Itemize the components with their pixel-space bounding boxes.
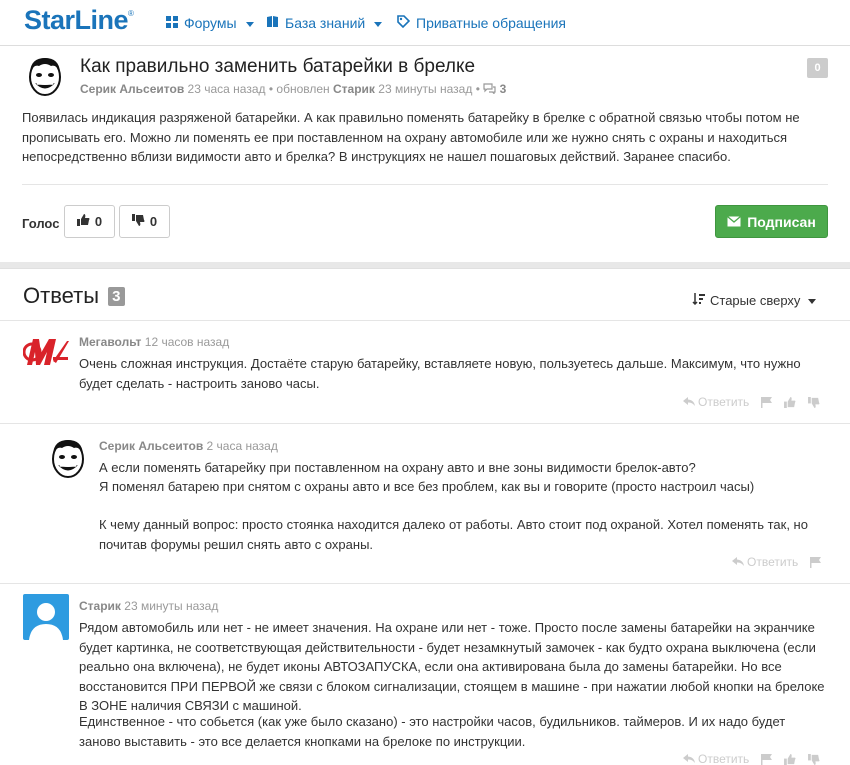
comment-time: 2 часа назад: [206, 439, 278, 453]
thumbs-up-icon: [76, 214, 90, 229]
chevron-down-icon: [374, 21, 383, 27]
reply-icon: [683, 397, 695, 406]
upvote-count: 0: [94, 214, 103, 229]
chevron-down-icon: [245, 21, 254, 27]
comment-actions: Ответить: [732, 555, 822, 569]
flag-button[interactable]: [761, 753, 773, 765]
comment-time: 23 минуты назад: [124, 599, 219, 613]
question-panel: Как правильно заменить батарейки в брелк…: [0, 46, 850, 262]
reply-label: Ответить: [698, 395, 750, 409]
comment-text-line2: Я поменял батарею при снятом с охраны ав…: [99, 479, 755, 494]
thumbs-up-icon: [784, 396, 796, 408]
nav-knowledge-base-label: База знаний: [285, 15, 366, 31]
thumbs-down-icon: [808, 396, 820, 408]
flag-button[interactable]: [810, 556, 822, 568]
comment-text-line1: А если поменять батарейку при поставленн…: [99, 460, 696, 475]
dislike-button[interactable]: [808, 753, 820, 765]
comment-author[interactable]: Серик Альсеитов: [99, 439, 203, 453]
comment-header: Серик Альсеитов 2 часа назад: [99, 439, 278, 453]
nav-knowledge-base[interactable]: База знаний: [266, 15, 383, 31]
reply-icon: [732, 557, 744, 566]
question-body: Появилась индикация разряженой батарейки…: [22, 110, 800, 164]
tag-icon: [397, 15, 411, 31]
comment-actions: Ответить: [683, 752, 820, 765]
like-button[interactable]: [784, 753, 796, 765]
sort-icon: [692, 293, 705, 308]
dislike-button[interactable]: [808, 396, 820, 408]
user-silhouette-icon: [29, 603, 63, 640]
sort-dropdown[interactable]: Старые сверху: [692, 293, 817, 308]
reply-label: Ответить: [698, 752, 750, 765]
updated-time: 23 минуты назад: [378, 82, 473, 96]
answers-heading: Ответы 3: [23, 283, 125, 309]
subscribe-label: Подписан: [747, 213, 816, 230]
divider: [0, 320, 850, 321]
comment-text-para2: Единственное - что собьется (как уже был…: [79, 714, 786, 749]
comment-text-line3: К чему данный вопрос: просто стоянка нах…: [99, 517, 808, 552]
reply-icon: [683, 754, 695, 763]
comment-actions: Ответить: [683, 395, 820, 409]
megavolt-logo-avatar[interactable]: [22, 335, 69, 369]
chevron-down-icon: [808, 299, 817, 304]
reply-button[interactable]: Ответить: [683, 395, 749, 409]
top-navbar: StarLine® Форумы База знаний Приватные о…: [0, 0, 850, 46]
flag-icon: [810, 556, 822, 568]
starline-logo[interactable]: StarLine®: [24, 5, 134, 36]
divider: [22, 184, 828, 185]
updated-by[interactable]: Старик: [333, 82, 375, 96]
comment-author[interactable]: Старик: [79, 599, 121, 613]
answers-title: Ответы: [23, 283, 100, 308]
reply-button[interactable]: Ответить: [732, 555, 798, 569]
comment-header: Мегавольт 12 часов назад: [79, 335, 229, 349]
answers-count-badge: 3: [108, 287, 125, 306]
thumbs-down-icon: [808, 753, 820, 765]
nav-private-requests-label: Приватные обращения: [416, 15, 566, 31]
question-score-badge: 0: [807, 58, 828, 78]
divider: [0, 583, 850, 584]
sort-label: Старые сверху: [710, 293, 801, 308]
question-author[interactable]: Серик Альсеитов: [80, 82, 184, 96]
envelope-icon: [727, 214, 742, 230]
thumbs-up-icon: [784, 753, 796, 765]
question-time: 23 часа назад: [187, 82, 266, 96]
logo-registered-mark: ®: [128, 9, 134, 18]
logo-text: StarLine: [24, 5, 129, 35]
book-icon: [266, 15, 279, 31]
reply-label: Ответить: [747, 555, 799, 569]
question-title: Как правильно заменить батарейки в брелк…: [80, 56, 476, 77]
updated-prefix: • обновлен: [268, 82, 330, 96]
comments-count: 3: [499, 82, 507, 96]
comment-text: Очень сложная инструкция. Достаёте стару…: [79, 356, 801, 391]
nav-forums-label: Форумы: [184, 15, 237, 31]
nav-private-requests[interactable]: Приватные обращения: [397, 15, 566, 31]
answers-panel: Ответы 3 Старые сверху Мегавольт 12 часо…: [0, 268, 850, 765]
flag-button[interactable]: [761, 396, 773, 408]
comment-header: Старик 23 минуты назад: [79, 599, 218, 613]
reply-button[interactable]: Ответить: [683, 752, 749, 765]
author-avatar[interactable]: [46, 436, 90, 480]
like-button[interactable]: [784, 396, 796, 408]
grid-icon: [166, 15, 178, 31]
divider: [0, 423, 850, 424]
comment-text-para1: Рядом автомобиль или нет - не имеет знач…: [79, 620, 825, 713]
comment-author[interactable]: Мегавольт: [79, 335, 141, 349]
author-avatar[interactable]: [23, 54, 67, 98]
vote-label: Голос: [22, 216, 60, 231]
bullet-separator: •: [475, 82, 480, 96]
flag-icon: [761, 396, 773, 408]
default-user-avatar[interactable]: [23, 594, 69, 640]
downvote-button[interactable]: 0: [119, 205, 170, 238]
downvote-count: 0: [149, 214, 158, 229]
question-meta: Серик Альсеитов 23 часа назад • обновлен…: [80, 82, 506, 96]
comments-icon: [483, 82, 499, 96]
comment-time: 12 часов назад: [144, 335, 230, 349]
thumbs-down-icon: [131, 214, 145, 229]
flag-icon: [761, 753, 773, 765]
upvote-button[interactable]: 0: [64, 205, 115, 238]
subscribe-button[interactable]: Подписан: [715, 205, 828, 238]
nav-forums[interactable]: Форумы: [166, 15, 254, 31]
